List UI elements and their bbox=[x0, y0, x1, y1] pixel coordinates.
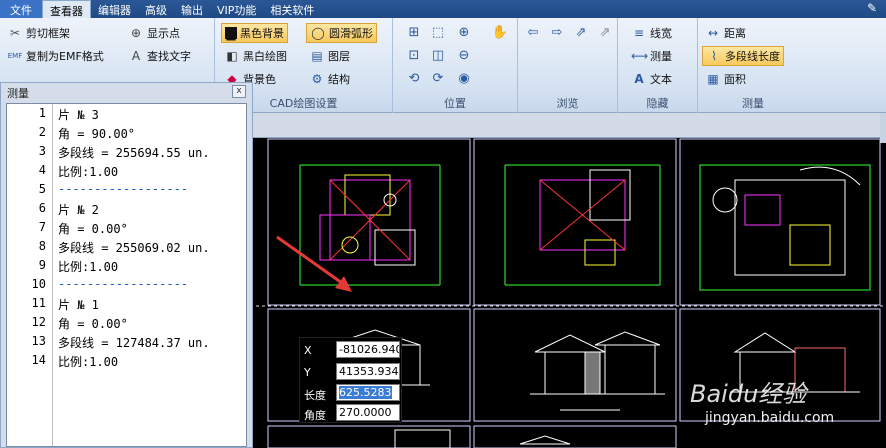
angle-value-field[interactable]: 270.0000 bbox=[336, 404, 400, 421]
baidu-watermark: Baidu经验 bbox=[690, 380, 807, 408]
annotation-arrow-1 bbox=[276, 235, 352, 292]
line-number: 2 bbox=[38, 125, 46, 139]
output-line: 角 = 90.00° bbox=[58, 127, 136, 141]
output-line: 角 = 0.00° bbox=[58, 317, 128, 331]
line-number: 11 bbox=[31, 296, 46, 310]
line-number: 1 bbox=[38, 106, 46, 120]
output-line: 多段线 = 255069.02 un. bbox=[58, 241, 210, 255]
separator-line: ------------------ bbox=[58, 277, 189, 291]
drawing-frame bbox=[473, 138, 677, 306]
line-number: 7 bbox=[38, 220, 46, 234]
line-number: 14 bbox=[31, 353, 46, 367]
output-line: 比例:1.00 bbox=[58, 355, 119, 369]
line-number: 4 bbox=[38, 163, 46, 177]
x-value-field[interactable]: -81026.9408 bbox=[336, 341, 400, 358]
drawing-frame bbox=[473, 308, 677, 422]
panel-title-bar[interactable]: 测量 x bbox=[1, 83, 252, 101]
length-label: 长度 bbox=[304, 389, 326, 402]
y-value-field[interactable]: 41353.9341 bbox=[336, 363, 400, 380]
drawing-frame bbox=[473, 425, 677, 448]
coordinate-readout: X -81026.9408 Y 41353.9341 长度 625.5283 角… bbox=[299, 337, 402, 423]
watermark-url: jingyan.baidu.com bbox=[705, 410, 835, 426]
line-number: 5 bbox=[38, 182, 46, 196]
line-number: 3 bbox=[38, 144, 46, 158]
line-number-gutter: 1 2 3 4 5 6 7 8 9 10 11 12 13 14 bbox=[7, 104, 53, 446]
line-number: 8 bbox=[38, 239, 46, 253]
drawing-frame bbox=[267, 425, 471, 448]
line-number: 6 bbox=[38, 201, 46, 215]
elevation-2 bbox=[530, 331, 665, 411]
floor-plan-2 bbox=[504, 164, 661, 286]
measure-output-text[interactable]: 1 2 3 4 5 6 7 8 9 10 11 12 13 14 片 № 3 角… bbox=[6, 103, 247, 447]
y-label: Y bbox=[304, 366, 311, 379]
floor-plan-3 bbox=[699, 164, 871, 291]
output-line: 多段线 = 255694.55 un. bbox=[58, 146, 210, 160]
output-line: 片 № 1 bbox=[58, 298, 99, 312]
output-line: 多段线 = 127484.37 un. bbox=[58, 336, 210, 350]
output-line: 片 № 2 bbox=[58, 203, 99, 217]
line-number: 12 bbox=[31, 315, 46, 329]
angle-label: 角度 bbox=[304, 409, 326, 422]
close-icon[interactable]: x bbox=[232, 85, 246, 98]
line-number: 13 bbox=[31, 334, 46, 348]
output-line: 片 № 3 bbox=[58, 108, 99, 122]
output-line: 角 = 0.00° bbox=[58, 222, 128, 236]
panel-title: 测量 bbox=[7, 87, 29, 100]
output-line: 比例:1.00 bbox=[58, 165, 119, 179]
measure-panel: 测量 x 1 2 3 4 5 6 7 8 9 10 11 12 13 14 片 … bbox=[0, 82, 253, 448]
x-label: X bbox=[304, 344, 312, 357]
length-value-field[interactable]: 625.5283 bbox=[336, 384, 400, 401]
length-value: 625.5283 bbox=[339, 386, 392, 399]
output-line: 比例:1.00 bbox=[58, 260, 119, 274]
line-number: 9 bbox=[38, 258, 46, 272]
elevation-4 bbox=[394, 429, 571, 448]
separator-line: ------------------ bbox=[58, 182, 189, 196]
line-number: 10 bbox=[31, 277, 46, 291]
